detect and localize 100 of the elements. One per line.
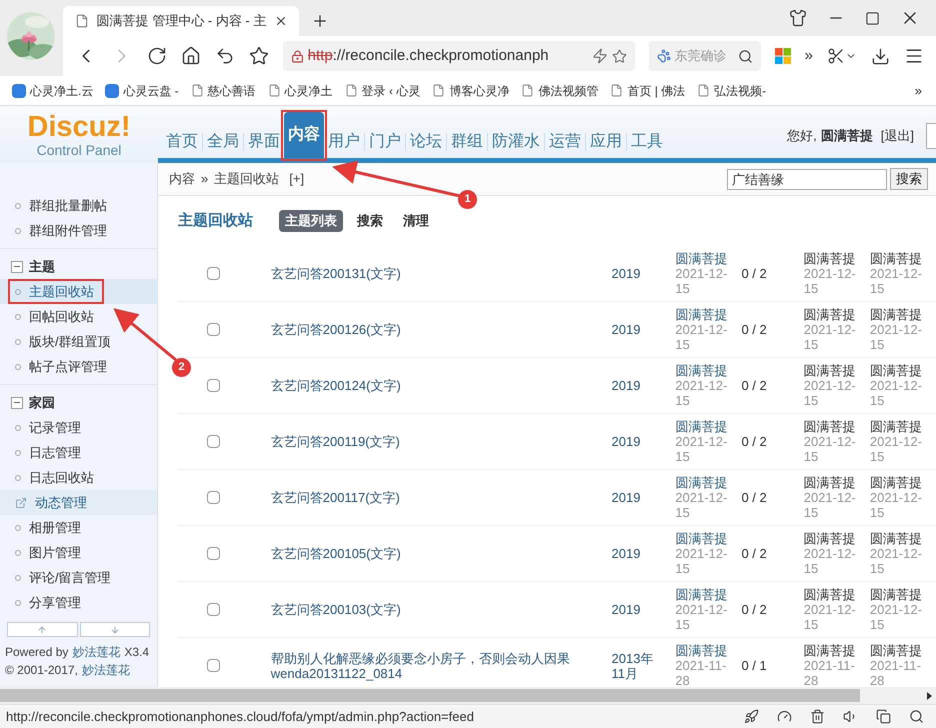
row-checkbox[interactable]: [207, 659, 220, 672]
sidebar-item[interactable]: 动态管理: [0, 490, 157, 515]
browser-tab[interactable]: 圆满菩提 管理中心 - 内容 - 主: [62, 6, 299, 36]
scissors-icon[interactable]: [827, 47, 845, 65]
nav-tab[interactable]: 界面: [244, 126, 284, 158]
search-button[interactable]: 搜索: [890, 168, 928, 190]
add-shortcut-link[interactable]: [+]: [289, 169, 304, 189]
sidebar-item[interactable]: 日志管理: [0, 440, 157, 465]
forum-link[interactable]: 2019: [612, 434, 656, 449]
sidebar-item[interactable]: 分享管理: [0, 590, 157, 615]
bookmark[interactable]: 首页 | 佛法: [610, 82, 686, 100]
breadcrumb-item[interactable]: 主题回收站: [214, 169, 280, 189]
thread-title-link[interactable]: 玄艺问答200105(文字): [270, 546, 612, 561]
input-field[interactable]: [926, 123, 936, 149]
forum-link[interactable]: 2019: [612, 378, 656, 393]
zoom-icon[interactable]: [909, 709, 924, 724]
row-checkbox[interactable]: [207, 491, 220, 504]
thread-title-link[interactable]: 玄艺问答200103(文字): [270, 602, 612, 617]
author-link[interactable]: 圆满菩提: [675, 475, 742, 490]
row-checkbox[interactable]: [207, 603, 220, 616]
breadcrumb-item[interactable]: 内容: [169, 169, 195, 189]
sidebar-item[interactable]: 日志回收站: [0, 465, 157, 490]
thread-title-link[interactable]: 玄艺问答200131(文字): [270, 266, 612, 281]
windows-logo-icon[interactable]: [774, 48, 791, 64]
footer-link[interactable]: 妙法莲花: [82, 661, 130, 679]
author-link[interactable]: 圆满菩提: [675, 531, 742, 546]
content-tab[interactable]: 清理: [397, 210, 435, 232]
logout-link[interactable]: [退出]: [880, 126, 914, 146]
collapse-toggle[interactable]: [11, 260, 23, 272]
collapse-toggle[interactable]: [11, 396, 23, 408]
bookmark[interactable]: 心灵净土: [268, 82, 333, 100]
forum-link[interactable]: 2013年11月: [612, 650, 656, 680]
lightning-icon[interactable]: [592, 48, 608, 64]
bookmark[interactable]: 佛法视频管: [521, 82, 598, 100]
content-tab[interactable]: 主题列表: [279, 210, 343, 232]
download-icon[interactable]: [871, 46, 890, 66]
more-bookmarks-button[interactable]: »: [914, 80, 922, 100]
sidebar-item[interactable]: 主题回收站: [0, 279, 157, 304]
sidebar-item[interactable]: 群组批量删帖: [0, 193, 157, 218]
thread-title-link[interactable]: 帮助别人化解恶缘必须要念小房子，否则会动人因果 wenda20131122_0814: [270, 650, 612, 680]
bookmark[interactable]: 登录 ‹ 心灵: [344, 82, 420, 100]
row-checkbox[interactable]: [207, 323, 220, 336]
reload-icon[interactable]: [146, 46, 167, 66]
row-checkbox[interactable]: [207, 267, 220, 280]
nav-tab[interactable]: 防灌水: [488, 126, 544, 158]
sidebar-item[interactable]: 群组附件管理: [0, 218, 157, 243]
address-bar[interactable]: http://reconcile.checkpromotionanph: [282, 41, 635, 71]
nav-tab[interactable]: 用户: [324, 126, 364, 158]
content-tab[interactable]: 搜索: [351, 210, 389, 232]
bookmark[interactable]: 心灵云盘 -: [105, 82, 179, 100]
thread-title-link[interactable]: 玄艺问答200124(文字): [270, 378, 612, 393]
nav-tab[interactable]: 内容: [284, 112, 324, 158]
home-icon[interactable]: [180, 46, 201, 66]
rocket-icon[interactable]: [744, 709, 759, 724]
sidebar-item[interactable]: 帖子点评管理: [0, 354, 157, 379]
author-link[interactable]: 圆满菩提: [675, 251, 742, 266]
author-link[interactable]: 圆满菩提: [675, 307, 742, 322]
bookmark[interactable]: 弘法视频-: [697, 82, 766, 100]
sidebar-item[interactable]: 相册管理: [0, 515, 157, 540]
sidebar-item[interactable]: 记录管理: [0, 415, 157, 440]
nav-tab[interactable]: 论坛: [406, 126, 446, 158]
bookmark[interactable]: 慈心善语: [190, 82, 256, 100]
nav-tab[interactable]: 门户: [365, 126, 405, 158]
forum-link[interactable]: 2019: [612, 546, 656, 561]
forum-link[interactable]: 2019: [612, 266, 656, 281]
author-link[interactable]: 圆满菩提: [675, 643, 742, 658]
forum-link[interactable]: 2019: [612, 602, 656, 617]
shirt-icon[interactable]: [789, 9, 807, 27]
thread-title-link[interactable]: 玄艺问答200117(文字): [270, 490, 612, 505]
row-checkbox[interactable]: [207, 435, 220, 448]
thread-title-link[interactable]: 玄艺问答200119(文字): [270, 434, 612, 449]
star-icon[interactable]: [612, 48, 627, 64]
sidebar-item[interactable]: 评论/留言管理: [0, 565, 157, 590]
search-icon[interactable]: [738, 48, 753, 64]
scrollbar-thumb[interactable]: [0, 689, 860, 702]
sidebar-item[interactable]: 版块/群组置顶: [0, 329, 157, 354]
nav-tab[interactable]: 首页: [162, 126, 202, 158]
maximize-icon[interactable]: [865, 10, 880, 26]
row-checkbox[interactable]: [207, 379, 220, 392]
author-link[interactable]: 圆满菩提: [675, 587, 742, 602]
star-icon[interactable]: [248, 46, 269, 66]
nav-tab[interactable]: 应用: [586, 126, 626, 158]
thread-title-link[interactable]: 玄艺问答200126(文字): [270, 322, 612, 337]
forum-link[interactable]: 2019: [612, 490, 656, 505]
window-icon[interactable]: [876, 709, 891, 724]
more-tools-button[interactable]: »: [804, 44, 813, 68]
bookmark[interactable]: 博客心灵净: [432, 82, 510, 100]
sidebar-item[interactable]: 回帖回收站: [0, 304, 157, 329]
nav-tab[interactable]: 全局: [203, 126, 243, 158]
trash-icon[interactable]: [810, 709, 825, 724]
nav-tab[interactable]: 工具: [627, 126, 667, 158]
undo-icon[interactable]: [214, 46, 235, 66]
sidebar-item[interactable]: 图片管理: [0, 540, 157, 565]
bookmark[interactable]: 心灵净土.云: [12, 82, 94, 100]
author-link[interactable]: 圆满菩提: [675, 363, 742, 378]
author-link[interactable]: 圆满菩提: [675, 419, 742, 434]
speed-icon[interactable]: [777, 709, 792, 724]
search-input[interactable]: 广结善缘: [727, 168, 887, 190]
row-checkbox[interactable]: [207, 547, 220, 560]
forum-link[interactable]: 2019: [612, 322, 656, 337]
